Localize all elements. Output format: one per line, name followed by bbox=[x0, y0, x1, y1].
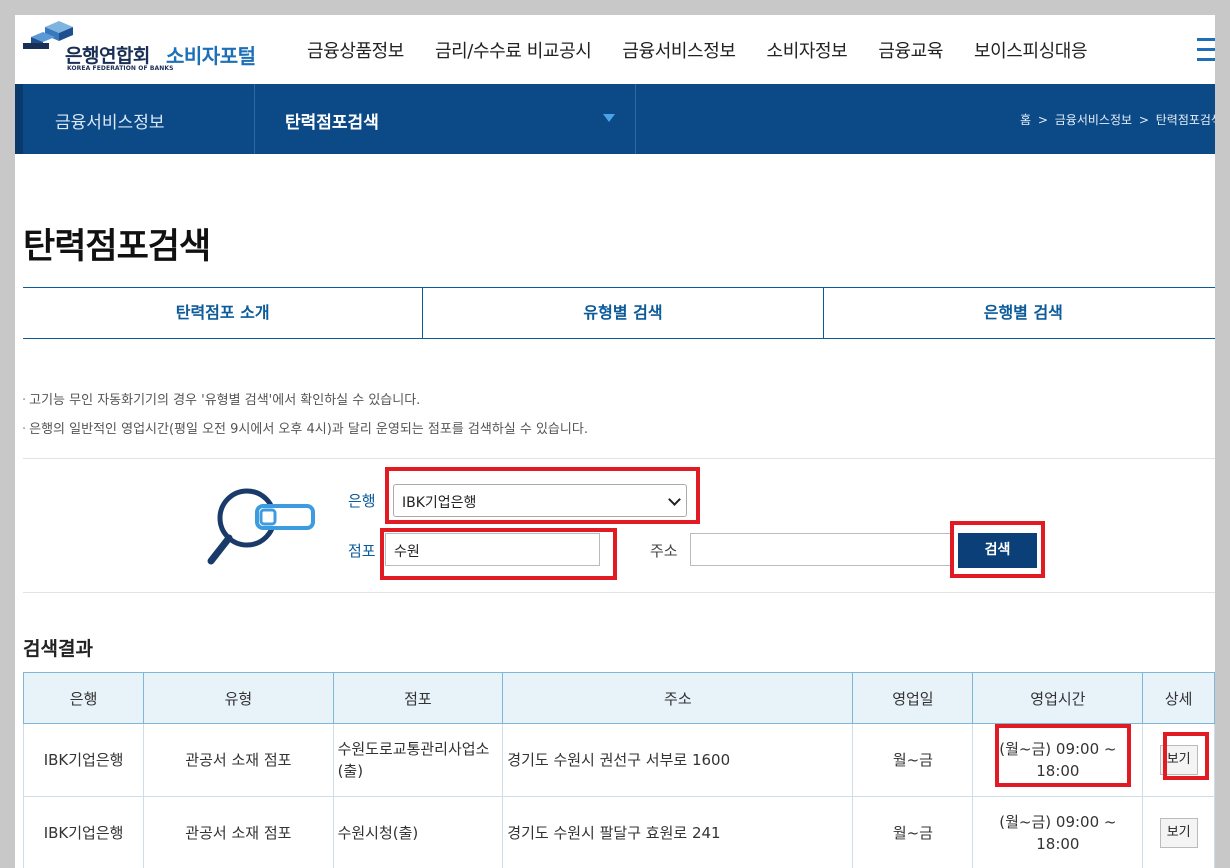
branch-label: 점포 bbox=[348, 542, 376, 560]
logo-subtext: KOREA FEDERATION OF BANKS bbox=[67, 65, 174, 72]
highlight-box bbox=[385, 467, 700, 524]
gnb-item-education[interactable]: 금융교육 bbox=[878, 37, 943, 63]
results-title: 검색결과 bbox=[23, 638, 93, 660]
cell-address: 경기도 수원시 팔달구 효원로 241 bbox=[502, 796, 854, 868]
address-input[interactable] bbox=[690, 533, 953, 566]
breadcrumb: 홈 > 금융서비스정보 > 탄력점포검색 bbox=[1017, 111, 1215, 128]
page: 은행연합회 KOREA FEDERATION OF BANKS 소비자포털 금융… bbox=[15, 15, 1215, 868]
cell-days: 월~금 bbox=[852, 796, 974, 868]
breadcrumb-current: 탄력점포검색 bbox=[1155, 113, 1215, 127]
view-detail-button[interactable]: 보기 bbox=[1159, 818, 1198, 848]
portal-name: 소비자포털 bbox=[166, 44, 256, 68]
col-header-detail: 상세 bbox=[1142, 672, 1215, 724]
subnav-section-label: 금융서비스정보 bbox=[55, 113, 165, 133]
subnav-current-dropdown[interactable]: 탄력점포검색 bbox=[255, 84, 636, 154]
tab-bank-search[interactable]: 은행별 검색 bbox=[824, 288, 1215, 338]
sub-navigation: 금융서비스정보 탄력점포검색 홈 > 금융서비스정보 > 탄력점포검색 bbox=[15, 84, 1215, 154]
cell-type: 관공서 소재 점포 bbox=[143, 796, 334, 868]
subnav-shade-left bbox=[15, 84, 23, 154]
highlight-box bbox=[950, 521, 1045, 578]
cell-hours: (월~금) 09:00 ~ 18:00 bbox=[972, 796, 1144, 868]
site-header: 은행연합회 KOREA FEDERATION OF BANKS 소비자포털 금융… bbox=[15, 15, 1215, 83]
divider bbox=[23, 592, 1215, 593]
breadcrumb-section[interactable]: 금융서비스정보 bbox=[1055, 113, 1132, 127]
cell-branch: 수원도로교통관리사업소(출) bbox=[332, 723, 504, 797]
col-header-type: 유형 bbox=[143, 672, 334, 724]
gnb-item-rates[interactable]: 금리/수수료 비교공시 bbox=[435, 37, 592, 63]
gnb-item-phishing[interactable]: 보이스피싱대응 bbox=[974, 37, 1088, 63]
breadcrumb-home[interactable]: 홈 bbox=[1020, 113, 1031, 127]
table-header-row: 은행 유형 점포 주소 영업일 영업시간 상세 bbox=[22, 672, 1215, 724]
global-nav: 금융상품정보 금리/수수료 비교공시 금융서비스정보 소비자정보 금융교육 보이… bbox=[307, 37, 1118, 63]
notice-item: 고기능 무인 자동화기기의 경우 '유형별 검색'에서 확인하실 수 있습니다. bbox=[22, 389, 420, 408]
cell-type: 관공서 소재 점포 bbox=[143, 723, 334, 797]
table-row: IBK기업은행 관공서 소재 점포 수원시청(출) 경기도 수원시 팔달구 효원… bbox=[22, 796, 1215, 868]
cell-branch: 수원시청(출) bbox=[332, 796, 504, 868]
highlight-box bbox=[380, 528, 617, 580]
notice-item: 은행의 일반적인 영업시간(평일 오전 9시에서 오후 4시)과 달리 운영되는… bbox=[22, 418, 588, 437]
bank-label: 은행 bbox=[348, 492, 376, 510]
breadcrumb-separator: > bbox=[1037, 113, 1048, 127]
gnb-item-consumer[interactable]: 소비자정보 bbox=[767, 37, 848, 63]
col-header-hours: 영업시간 bbox=[972, 672, 1144, 724]
address-label: 주소 bbox=[650, 542, 678, 560]
logo[interactable]: 은행연합회 KOREA FEDERATION OF BANKS 소비자포털 bbox=[23, 21, 273, 73]
page-title: 탄력점포검색 bbox=[23, 227, 211, 267]
screen-margin bbox=[0, 0, 1230, 15]
cell-bank: IBK기업은행 bbox=[22, 723, 145, 797]
caret-down-icon bbox=[603, 114, 615, 122]
col-header-branch: 점포 bbox=[332, 672, 504, 724]
divider bbox=[23, 458, 1215, 459]
tab-bar: 탄력점포 소개 유형별 검색 은행별 검색 bbox=[23, 287, 1215, 339]
magnifier-icon bbox=[207, 488, 315, 565]
highlight-box bbox=[1163, 732, 1209, 780]
cell-address: 경기도 수원시 권선구 서부로 1600 bbox=[502, 723, 854, 797]
col-header-address: 주소 bbox=[502, 672, 854, 724]
cell-bank: IBK기업은행 bbox=[22, 796, 145, 868]
gnb-item-products[interactable]: 금융상품정보 bbox=[307, 37, 404, 63]
breadcrumb-separator: > bbox=[1138, 113, 1149, 127]
tab-type-search[interactable]: 유형별 검색 bbox=[423, 288, 824, 338]
cell-detail: 보기 bbox=[1142, 796, 1215, 868]
cell-days: 월~금 bbox=[852, 723, 974, 797]
hamburger-menu-icon[interactable] bbox=[1197, 38, 1215, 64]
logo-text: 은행연합회 bbox=[65, 45, 150, 67]
col-header-bank: 은행 bbox=[22, 672, 145, 724]
tab-intro[interactable]: 탄력점포 소개 bbox=[23, 288, 424, 338]
col-header-days: 영업일 bbox=[852, 672, 974, 724]
highlight-box bbox=[995, 724, 1131, 787]
subnav-current-label: 탄력점포검색 bbox=[285, 113, 379, 133]
subnav-section[interactable]: 금융서비스정보 bbox=[23, 84, 255, 154]
gnb-item-services[interactable]: 금융서비스정보 bbox=[622, 37, 736, 63]
